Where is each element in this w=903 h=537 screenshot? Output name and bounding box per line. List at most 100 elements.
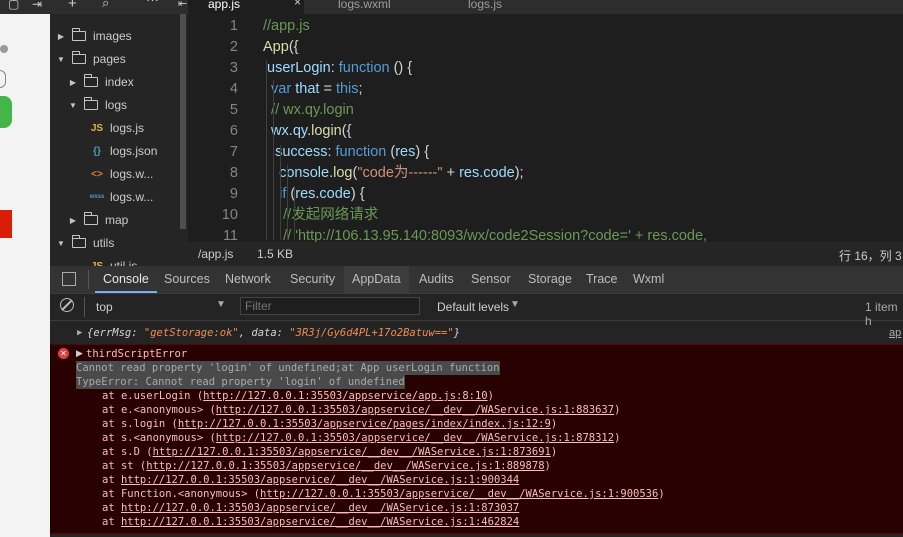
- code-line[interactable]: 10 //发起网络请求: [188, 205, 903, 226]
- line-number: 3: [229, 60, 238, 76]
- search-icon[interactable]: ⌕: [102, 0, 109, 11]
- stack-frame-link[interactable]: http://127.0.0.1:35503/appservice/__dev_…: [216, 404, 614, 416]
- tree-item[interactable]: ▼ logs: [68, 94, 127, 116]
- filter-input[interactable]: [240, 297, 420, 315]
- tab-sources[interactable]: Sources: [164, 266, 210, 293]
- tree-item[interactable]: {} logs.json: [88, 140, 157, 162]
- tree-item[interactable]: JS util.js: [88, 255, 137, 266]
- chevron-down-icon[interactable]: ▼: [56, 55, 66, 64]
- tree-item-label: index: [105, 75, 134, 89]
- indent-guide: [266, 60, 267, 240]
- tree-item[interactable]: <> logs.w...: [88, 163, 153, 185]
- chevron-down-icon[interactable]: ▼: [216, 299, 226, 310]
- inspect-icon[interactable]: [62, 272, 76, 286]
- close-icon[interactable]: ×: [294, 0, 301, 8]
- tab-wxml[interactable]: Wxml: [633, 266, 664, 293]
- tab-app-js[interactable]: app.js ×: [188, 0, 304, 14]
- stack-frame-link[interactable]: http://127.0.0.1:35503/appservice/app.js…: [203, 390, 487, 402]
- folder-icon: [72, 235, 86, 248]
- tree-item[interactable]: ▼ utils: [56, 232, 114, 254]
- chevron-right-icon[interactable]: ▶: [68, 216, 78, 225]
- tab-security[interactable]: Security: [290, 266, 335, 293]
- tree-item[interactable]: ▶ images: [56, 25, 132, 47]
- expand-arrow-icon[interactable]: ▶: [77, 325, 82, 341]
- split-icon[interactable]: ⇥: [32, 0, 42, 11]
- tree-item[interactable]: ▶ index: [68, 71, 134, 93]
- tab-audits[interactable]: Audits: [419, 266, 454, 293]
- levels-select[interactable]: Default levels: [437, 300, 509, 314]
- log-row[interactable]: ▶ {errMsg: "getStorage:ok", data: "3R3j/…: [50, 325, 903, 341]
- code-line[interactable]: 4 var that = this;: [188, 79, 903, 100]
- stack-frame-text: ): [487, 390, 494, 402]
- stack-frame-link[interactable]: http://127.0.0.1:35503/appservice/__dev_…: [121, 474, 519, 486]
- tab-trace[interactable]: Trace: [586, 266, 618, 293]
- code-text: userLogin: function () {: [263, 58, 412, 79]
- tree-item[interactable]: ▼ pages: [56, 48, 126, 70]
- code-token: res: [395, 144, 416, 160]
- code-token: ({: [288, 39, 299, 55]
- add-icon[interactable]: +: [68, 0, 77, 12]
- stack-frame-link[interactable]: http://127.0.0.1:35503/appservice/__dev_…: [121, 502, 519, 514]
- chevron-right-icon[interactable]: ▶: [68, 78, 78, 87]
- folder-icon: [84, 97, 98, 110]
- chevron-down-icon[interactable]: ▼: [56, 239, 66, 248]
- more-icon[interactable]: ···: [146, 0, 159, 7]
- stack-frame-text: ): [550, 418, 558, 430]
- tree-item-label: util.js: [110, 259, 138, 266]
- code-token: qy: [292, 123, 308, 139]
- tree-item[interactable]: JS logs.js: [88, 117, 144, 139]
- code-text: var that = this;: [263, 79, 363, 100]
- tab-network[interactable]: Network: [225, 266, 271, 293]
- window-icon[interactable]: ▢: [8, 0, 19, 11]
- stack-frame-link[interactable]: http://127.0.0.1:35503/appservice/pages/…: [178, 418, 551, 430]
- tab-logs-wxml[interactable]: logs.wxml: [338, 0, 438, 14]
- code-token: code: [319, 186, 351, 202]
- code-line[interactable]: 5 // wx.qy.login: [188, 100, 903, 121]
- stack-frame-link[interactable]: http://127.0.0.1:35503/appservice/__dev_…: [260, 488, 658, 500]
- collapse-icon[interactable]: ⇤: [178, 0, 187, 10]
- stack-frame-text: at s.login (: [102, 418, 178, 430]
- tab-storage[interactable]: Storage: [528, 266, 572, 293]
- error-icon: ✕: [58, 348, 69, 359]
- code-token: );: [514, 165, 524, 181]
- tree-scrollbar[interactable]: [180, 14, 186, 229]
- code-line[interactable]: 9 if (res.code) {: [188, 184, 903, 205]
- tree-item[interactable]: ▶ map: [68, 209, 128, 231]
- stack-frame-link[interactable]: http://127.0.0.1:35503/appservice/__dev_…: [121, 516, 519, 528]
- devtools-panel: Console Sources Network Security AppData Audi…: [50, 266, 903, 537]
- line-number: 1: [229, 18, 238, 34]
- tree-item[interactable]: wxss logs.w...: [88, 186, 154, 208]
- code-editor[interactable]: app.js × logs.wxml logs.js 1 //app.js 2 App…: [188, 0, 903, 266]
- tab-logs-js[interactable]: logs.js: [468, 0, 548, 14]
- stack-frame-link[interactable]: http://127.0.0.1:35503/appservice/__dev_…: [153, 446, 551, 458]
- json-file-icon: {}: [93, 145, 101, 157]
- stack-frame-link[interactable]: http://127.0.0.1:35503/appservice/__dev_…: [146, 460, 544, 472]
- code-text: App({: [263, 37, 298, 58]
- error-line-2: TypeError: Cannot read property 'login' …: [76, 375, 405, 389]
- wxml-file-icon: <>: [91, 168, 103, 180]
- code-line[interactable]: 8 console.log("code为------" + res.code);: [188, 163, 903, 184]
- code-line[interactable]: 1 //app.js: [188, 16, 903, 37]
- tab-appdata[interactable]: AppData: [344, 266, 409, 293]
- tree-item-label: utils: [93, 236, 115, 250]
- stack-frame-text: at: [102, 474, 121, 486]
- code-token: ;: [358, 81, 363, 97]
- log-source-link[interactable]: ap: [889, 325, 901, 341]
- tab-label: app.js: [208, 0, 241, 11]
- tab-sensor[interactable]: Sensor: [471, 266, 511, 293]
- levels-chevron-icon[interactable]: ▼: [510, 299, 520, 310]
- context-select[interactable]: top: [96, 300, 113, 314]
- code-line[interactable]: 6 wx.qy.login({: [188, 121, 903, 142]
- code-line[interactable]: 2 App({: [188, 37, 903, 58]
- code-line[interactable]: 3 userLogin: function () {: [188, 58, 903, 79]
- top-toolbar: ▢ ⇥: [0, 0, 50, 14]
- chevron-down-icon[interactable]: ▼: [68, 101, 78, 110]
- stack-frame-text: at s.<anonymous> (: [102, 432, 216, 444]
- tab-console[interactable]: Console: [95, 266, 157, 293]
- folder-icon: [72, 28, 86, 41]
- chevron-right-icon[interactable]: ▶: [56, 32, 66, 41]
- stack-frame-link[interactable]: http://127.0.0.1:35503/appservice/__dev_…: [216, 432, 614, 444]
- code-text: if (res.code) {: [263, 184, 364, 205]
- expand-arrow-icon[interactable]: ▶: [76, 348, 83, 359]
- code-line[interactable]: 7 success: function (res) {: [188, 142, 903, 163]
